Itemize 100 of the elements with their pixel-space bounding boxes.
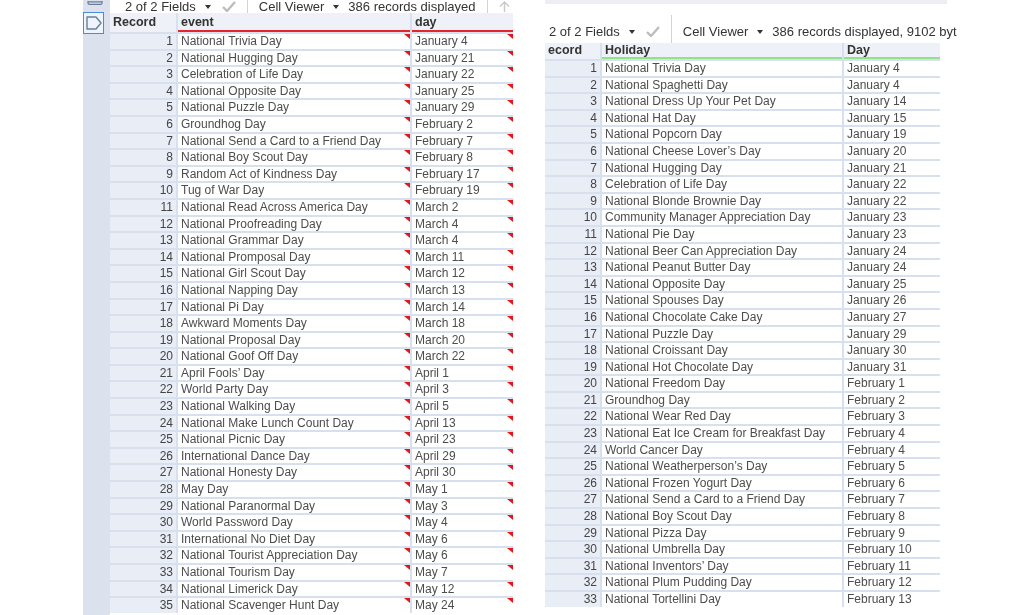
column-header[interactable]: day [412,13,513,32]
table-cell: January 21 [412,50,513,66]
row-number: 2 [110,50,176,66]
row-number: 7 [110,133,176,149]
table-cell: March 4 [412,216,513,232]
table-cell: National Plum Pudding Day [602,575,842,590]
table-cell: January 14 [844,94,940,109]
table-cell: February 8 [844,509,940,524]
table-cell: National Cheese Lover’s Day [602,143,842,159]
table-cell: National Beer Can Appreciation Day [602,243,842,259]
table-cell: February 7 [412,133,513,149]
row-number: 29 [545,525,600,541]
table-cell: National Hat Day [602,110,842,126]
table-cell: National Inventors’ Day [602,558,842,574]
row-number: 33 [110,565,176,580]
column-header[interactable]: event [178,13,410,32]
table-cell: January 15 [844,110,940,126]
table-cell: May 6 [412,531,513,547]
row-number: 14 [110,249,176,265]
row-number: 11 [110,199,176,215]
row-number: 29 [110,498,176,514]
row-number: 20 [110,349,176,364]
table-cell: National Wear Red Day [602,409,842,425]
dropdown-button[interactable]: 2 of 2 Fields [125,0,211,13]
table-cell: National Trivia Day [602,61,842,76]
table-cell: International Dance Day [178,448,410,464]
tag-tool-button[interactable] [83,12,104,34]
row-number: 24 [110,415,176,431]
row-number: 14 [545,276,600,292]
row-number: 22 [110,382,176,398]
rectangle-tool-button[interactable] [84,0,105,6]
table-cell: February 3 [844,409,940,425]
row-number: 31 [545,558,600,574]
row-number: 30 [110,515,176,530]
table-cell: Celebration of Life Day [602,177,842,192]
table-cell: April 30 [412,465,513,481]
row-number: 22 [545,409,600,425]
table-cell: March 22 [412,349,513,364]
table-cell: World Cancer Day [602,442,842,458]
row-number: 16 [545,309,600,325]
table-cell: April 3 [412,382,513,398]
table-cell: February 19 [412,183,513,198]
row-number: 26 [110,448,176,464]
column-header[interactable]: Day [844,43,940,59]
dropdown-button[interactable]: Cell Viewer [258,0,340,13]
column-header[interactable]: Record [110,13,176,32]
row-number: 24 [545,442,600,458]
row-number: 32 [545,575,600,590]
row-number: 10 [545,210,600,225]
table-cell: National Tortellini Day [602,592,842,607]
row-number: 18 [545,343,600,358]
table-cell: National Freedom Day [602,376,842,391]
table-cell: January 20 [844,143,940,159]
table-cell: National Puzzle Day [602,326,842,342]
table-cell: January 25 [844,276,940,292]
table-cell: National Honesty Day [178,465,410,481]
row-number: 12 [110,216,176,232]
row-number: 33 [545,592,600,607]
table-cell: February 1 [844,376,940,391]
table-cell: International No Diet Day [178,531,410,547]
table-cell: National Spouses Day [602,293,842,308]
table-cell: January 30 [844,343,940,358]
table-cell: January 27 [844,309,940,325]
table-cell: National Girl Scout Day [178,266,410,281]
row-number: 10 [110,183,176,198]
table-cell: April 13 [412,415,513,431]
table-cell: National Paranormal Day [178,498,410,514]
table-cell: Random Act of Kindness Day [178,166,410,182]
caret-icon [204,4,211,9]
row-number: 23 [110,399,176,414]
table-cell: National Hugging Day [178,50,410,66]
table-cell: January 19 [844,127,940,142]
table-cell: National Proofreading Day [178,216,410,232]
dropdown-button[interactable]: 2 of 2 Fields [549,25,635,38]
table-cell: January 29 [844,326,940,342]
table-cell: February 8 [412,150,513,165]
table-cell: February 7 [844,492,940,508]
table-cell: January 24 [844,243,940,259]
table-cell: National Peanut Butter Day [602,260,842,275]
table-cell: National Opposite Day [178,83,410,99]
row-number: 16 [110,282,176,298]
row-number: 17 [110,299,176,315]
table-cell: March 14 [412,299,513,315]
table-cell: National Hugging Day [602,160,842,176]
table-cell: National Pi Day [178,299,410,315]
dropdown-button[interactable]: Cell Viewer [682,25,764,38]
column-header[interactable]: Holiday [602,43,842,59]
row-number: 2 [545,77,600,93]
table-cell: May 4 [412,515,513,530]
table-cell: April 23 [412,432,513,447]
table-cell: National Proposal Day [178,332,410,348]
column-header[interactable]: ecord [545,43,600,59]
row-number: 26 [545,475,600,491]
table-cell: National Puzzle Day [178,100,410,115]
row-number: 6 [110,116,176,132]
records-status: 386 records displayed, 9102 byt [772,25,957,38]
row-number: 31 [110,531,176,547]
table-cell: February 5 [844,459,940,474]
table-cell: May 24 [412,598,513,613]
table-cell: National Chocolate Cake Day [602,309,842,325]
